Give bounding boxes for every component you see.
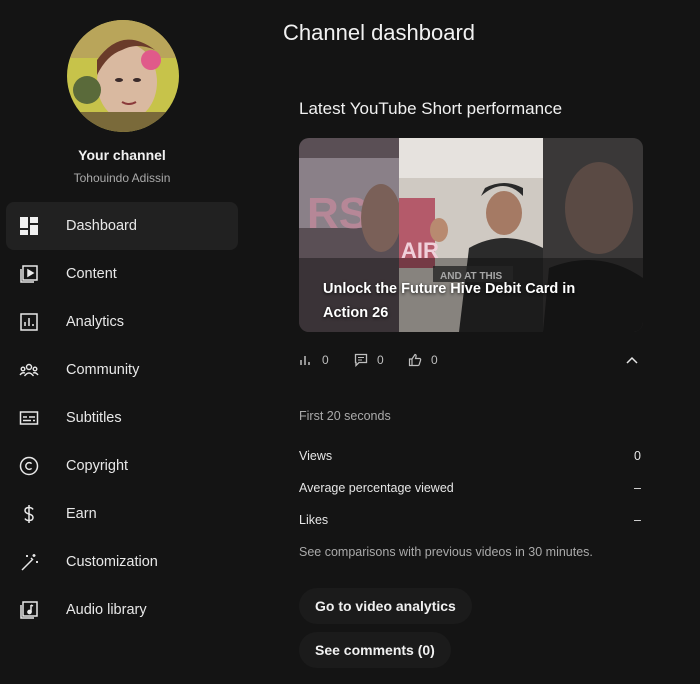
channel-name[interactable]: Tohouindo Adissin [0, 171, 244, 185]
channel-avatar[interactable] [67, 20, 179, 132]
metric-value: – [634, 513, 641, 527]
views-count: 0 [322, 353, 329, 367]
sidebar-item-label: Customization [66, 554, 158, 570]
sidebar-item-label: Community [66, 362, 140, 378]
sidebar-item-label: Copyright [66, 458, 129, 474]
views-stat: 0 [299, 350, 329, 370]
comparison-note: See comparisons with previous videos in … [299, 545, 593, 559]
see-comments-button[interactable]: See comments (0) [299, 632, 451, 668]
sidebar-item-community[interactable]: Community [6, 346, 238, 394]
sidebar-item-customization[interactable]: Customization [6, 538, 238, 586]
metric-label: Likes [299, 513, 329, 527]
dashboard-icon [19, 216, 39, 236]
metric-label: Average percentage viewed [299, 481, 454, 495]
channel-label: Your channel [78, 147, 166, 163]
page-title: Channel dashboard [283, 20, 476, 45]
content-icon [19, 264, 39, 284]
sidebar-item-earn[interactable]: Earn [6, 490, 238, 538]
sidebar-item-content[interactable]: Content [6, 250, 238, 298]
sidebar-item-dashboard[interactable]: Dashboard [6, 202, 238, 250]
community-icon [19, 360, 39, 380]
metric-likes: Likes – [299, 513, 641, 531]
avatar-image [67, 20, 179, 132]
sidebar-item-label: Earn [66, 506, 97, 522]
comments-stat: 0 [354, 350, 384, 370]
sidebar-item-copyright[interactable]: Copyright [6, 442, 238, 490]
sidebar-item-audio-library[interactable]: Audio library [6, 586, 238, 634]
analytics-icon [19, 312, 39, 332]
period-label: First 20 seconds [299, 409, 391, 423]
sidebar-item-label: Audio library [66, 602, 147, 618]
sidebar-item-label: Analytics [66, 314, 125, 330]
sidebar-item-analytics[interactable]: Analytics [6, 298, 238, 346]
metric-value: – [634, 481, 641, 495]
chevron-up-icon[interactable] [625, 353, 639, 367]
short-thumbnail[interactable]: RS AIR AND AT THIS Unlock the Future Hiv… [299, 138, 643, 332]
sidebar-item-label: Content [66, 266, 117, 282]
likes-count: 0 [431, 353, 438, 367]
copyright-icon [19, 456, 39, 476]
dollar-icon [19, 504, 39, 524]
audio-library-icon [19, 600, 39, 620]
go-to-video-analytics-button[interactable]: Go to video analytics [299, 588, 472, 624]
short-title[interactable]: Unlock the Future Hive Debit Card in Act… [323, 277, 623, 325]
sidebar-item-label: Dashboard [66, 218, 137, 234]
sidebar-item-subtitles[interactable]: Subtitles [6, 394, 238, 442]
bar-chart-icon [300, 356, 310, 365]
comment-icon [354, 353, 368, 367]
subtitles-icon [19, 408, 39, 428]
metric-label: Views [299, 449, 333, 463]
likes-stat: 0 [408, 350, 438, 370]
sidebar-item-label: Subtitles [66, 410, 122, 426]
sidebar-nav: Dashboard Content Analytics Community Su… [6, 202, 238, 634]
svg-text:RS: RS [307, 189, 368, 238]
thumbs-up-icon [408, 353, 422, 367]
metric-average-percentage-viewed: Average percentage viewed – [299, 481, 641, 499]
metric-value: 0 [634, 449, 641, 463]
short-stats: 0 0 0 [299, 350, 643, 372]
sidebar: Your channel Tohouindo Adissin Dashboard… [0, 0, 244, 684]
metric-views: Views 0 [299, 449, 641, 467]
magic-wand-icon [19, 552, 39, 572]
comments-count: 0 [377, 353, 384, 367]
section-title: Latest YouTube Short performance [299, 99, 563, 118]
